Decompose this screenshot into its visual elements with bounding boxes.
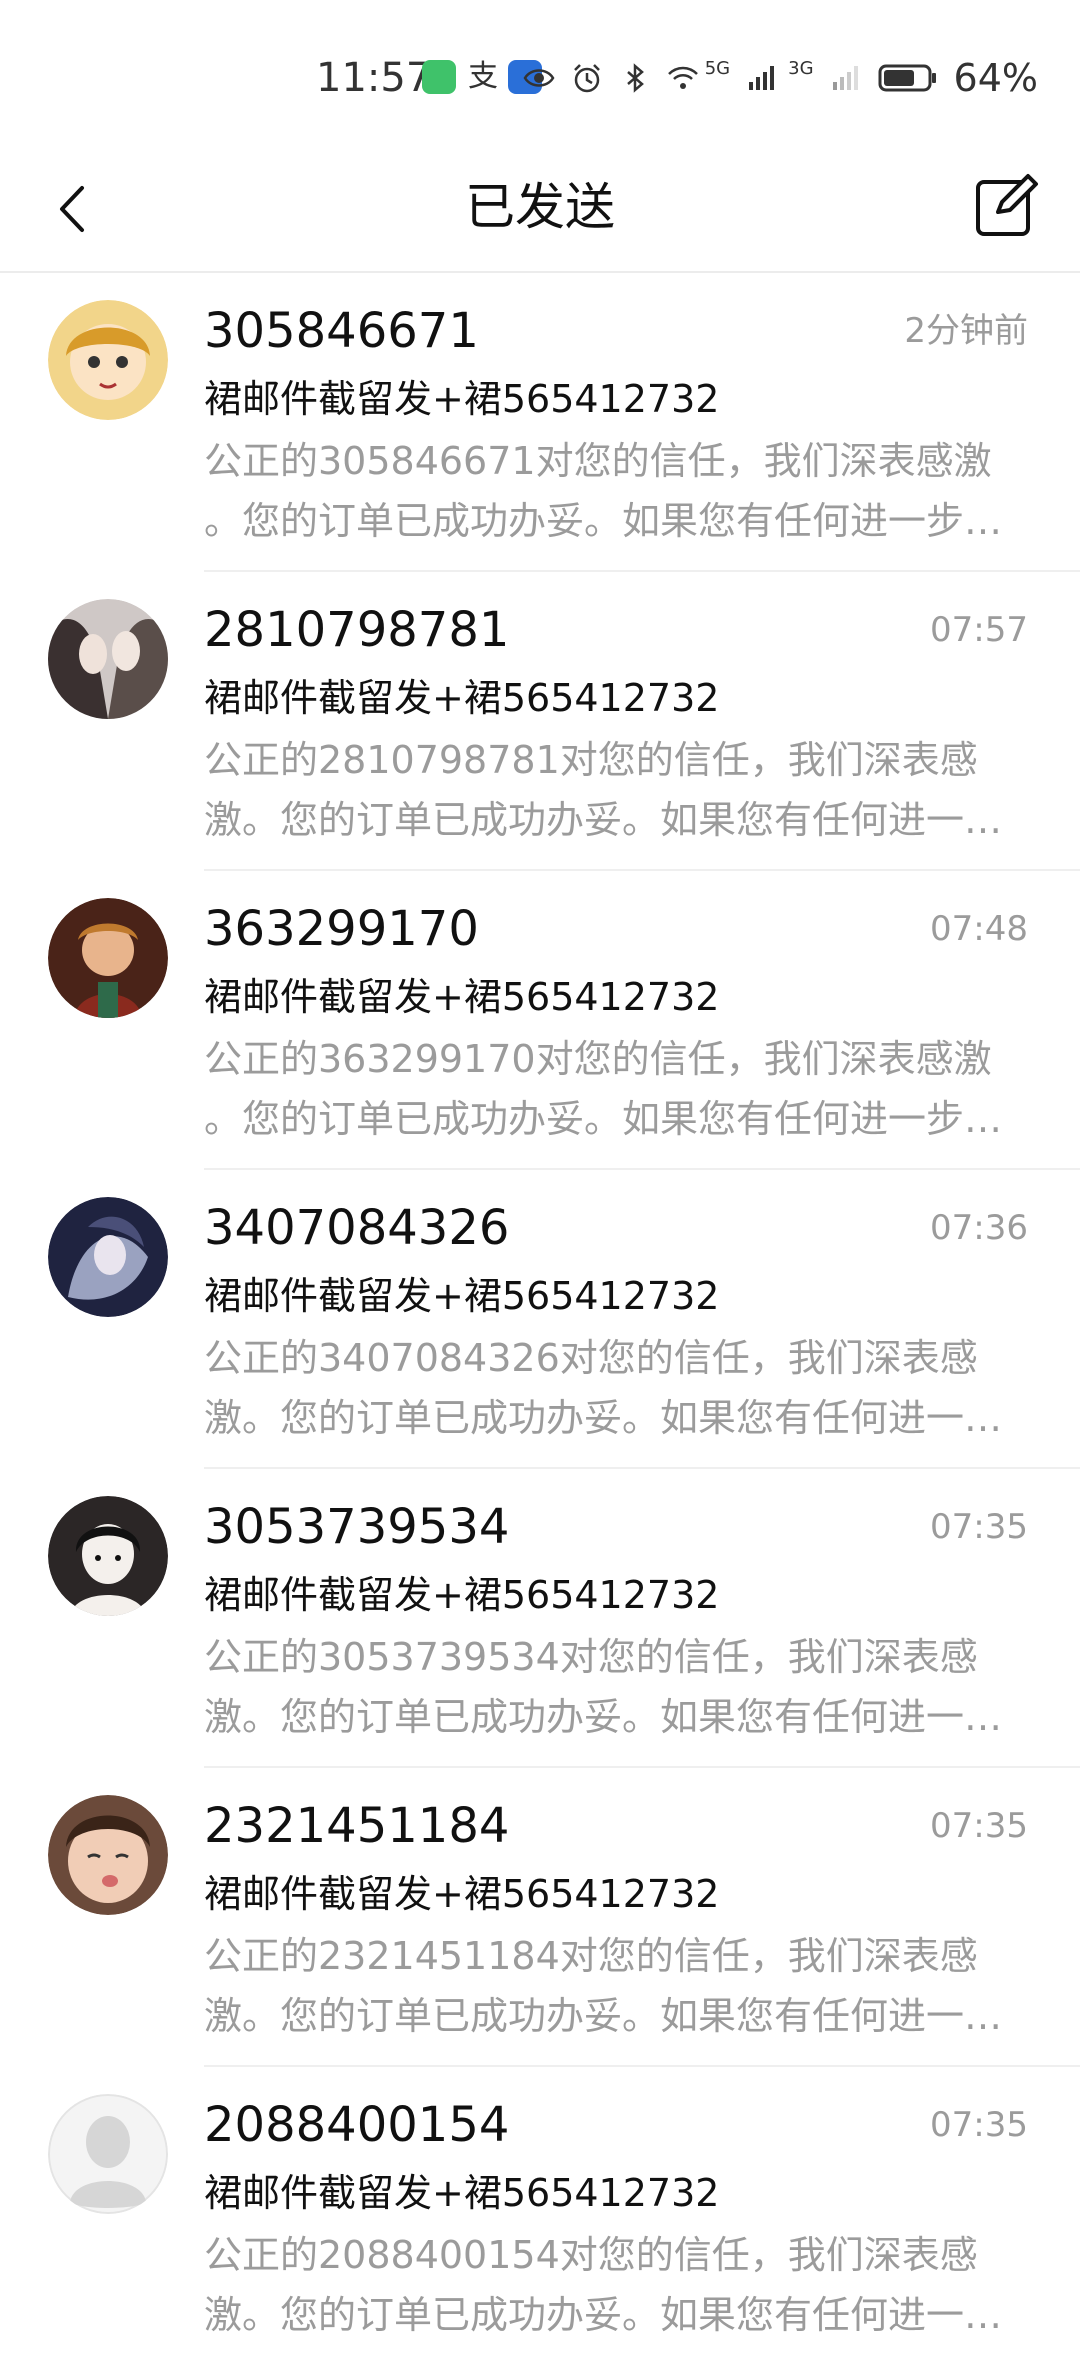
message-preview-line: 激。您的订单已成功办妥。如果您有任何进一… [204, 1396, 1003, 1440]
message-sender: 裙邮件截留发+裙565412732 [204, 2171, 720, 2215]
message-preview-line: 公正的3407084326对您的信任，我们深表感 [204, 1336, 978, 1380]
message-number: 3053739534 [204, 1499, 510, 1555]
message-preview-line: 。您的订单已成功办妥。如果您有任何进一步… [204, 499, 1003, 543]
message-list: 305846671 2分钟前 裙邮件截留发+裙565412732 公正的3058… [0, 273, 1080, 2366]
message-time: 07:57 [930, 610, 1028, 650]
message-number: 2810798781 [204, 602, 510, 658]
message-time: 2分钟前 [904, 311, 1028, 351]
message-item[interactable]: 3053739534 07:35 裙邮件截留发+裙565412732 公正的30… [0, 1469, 1080, 1768]
message-preview: 公正的363299170对您的信任，我们深表感激 。您的订单已成功办妥。如果您有… [204, 1029, 1024, 1149]
network-5g-label: 5G [704, 57, 731, 79]
message-sender: 裙邮件截留发+裙565412732 [204, 975, 720, 1019]
battery-percent: 64% [953, 56, 1038, 100]
message-preview: 公正的2321451184对您的信任，我们深表感 激。您的订单已成功办妥。如果您… [204, 1926, 1024, 2046]
message-preview: 公正的3053739534对您的信任，我们深表感 激。您的订单已成功办妥。如果您… [204, 1627, 1024, 1747]
message-preview: 公正的2810798781对您的信任，我们深表感 激。您的订单已成功办妥。如果您… [204, 730, 1024, 850]
default-avatar-icon [48, 2094, 168, 2214]
wechat-icon [422, 60, 456, 94]
message-number: 363299170 [204, 901, 479, 957]
message-preview-line: 公正的305846671对您的信任，我们深表感激 [204, 439, 992, 483]
avatar [48, 300, 168, 420]
eye-icon [523, 69, 555, 87]
message-preview-line: 激。您的订单已成功办妥。如果您有任何进一… [204, 1994, 1003, 2038]
message-time: 07:35 [930, 2105, 1028, 2145]
message-preview: 公正的2088400154对您的信任，我们深表感 激。您的订单已成功办妥。如果您… [204, 2225, 1024, 2345]
message-preview-line: 公正的2321451184对您的信任，我们深表感 [204, 1934, 978, 1978]
message-preview: 公正的305846671对您的信任，我们深表感激 。您的订单已成功办妥。如果您有… [204, 431, 1024, 551]
status-icons: 5G 3G 64% [523, 50, 1038, 106]
network-3g-label: 3G [788, 57, 814, 79]
message-number: 2321451184 [204, 1798, 510, 1854]
message-preview-line: 激。您的订单已成功办妥。如果您有任何进一… [204, 2293, 1003, 2337]
message-preview-line: 公正的363299170对您的信任，我们深表感激 [204, 1037, 992, 1081]
page-title: 已发送 [465, 178, 615, 236]
message-preview-line: 激。您的订单已成功办妥。如果您有任何进一… [204, 798, 1003, 842]
signal-icon [749, 66, 775, 90]
compose-button[interactable] [968, 168, 1044, 244]
bluetooth-icon [626, 63, 644, 93]
signal-weak-icon [832, 66, 858, 90]
message-preview-line: 公正的3053739534对您的信任，我们深表感 [204, 1635, 978, 1679]
message-item[interactable]: 3407084326 07:36 裙邮件截留发+裙565412732 公正的34… [0, 1170, 1080, 1469]
message-number: 2088400154 [204, 2097, 510, 2153]
wifi-icon [667, 66, 698, 89]
message-time: 07:48 [930, 909, 1028, 949]
alipay-icon: 支 [468, 59, 498, 94]
message-item[interactable]: 2088400154 07:35 裙邮件截留发+裙565412732 公正的20… [0, 2067, 1080, 2366]
message-preview-line: 激。您的订单已成功办妥。如果您有任何进一… [204, 1695, 1003, 1739]
message-preview: 公正的3407084326对您的信任，我们深表感 激。您的订单已成功办妥。如果您… [204, 1328, 1024, 1448]
message-time: 07:35 [930, 1507, 1028, 1547]
message-item[interactable]: 2321451184 07:35 裙邮件截留发+裙565412732 公正的23… [0, 1768, 1080, 2067]
message-sender: 裙邮件截留发+裙565412732 [204, 377, 720, 421]
message-sender: 裙邮件截留发+裙565412732 [204, 1274, 720, 1318]
message-item[interactable]: 363299170 07:48 裙邮件截留发+裙565412732 公正的363… [0, 871, 1080, 1170]
message-sender: 裙邮件截留发+裙565412732 [204, 676, 720, 720]
header: 已发送 [0, 150, 1080, 270]
message-number: 305846671 [204, 303, 479, 359]
message-time: 07:36 [930, 1208, 1028, 1248]
message-preview-line: 公正的2088400154对您的信任，我们深表感 [204, 2233, 978, 2277]
message-preview-line: 公正的2810798781对您的信任，我们深表感 [204, 738, 978, 782]
avatar [48, 599, 168, 719]
message-sender: 裙邮件截留发+裙565412732 [204, 1573, 720, 1617]
message-item[interactable]: 2810798781 07:57 裙邮件截留发+裙565412732 公正的28… [0, 572, 1080, 871]
avatar [48, 1197, 168, 1317]
message-item[interactable]: 305846671 2分钟前 裙邮件截留发+裙565412732 公正的3058… [0, 273, 1080, 572]
avatar [48, 1795, 168, 1915]
message-sender: 裙邮件截留发+裙565412732 [204, 1872, 720, 1916]
alarm-icon [573, 64, 600, 93]
message-time: 07:35 [930, 1806, 1028, 1846]
status-bar: 11:57 支 5G 3G 64% [0, 0, 1080, 140]
avatar [48, 898, 168, 1018]
battery-icon [878, 64, 936, 92]
avatar [48, 1496, 168, 1616]
status-time: 11:57 [316, 55, 432, 101]
message-preview-line: 。您的订单已成功办妥。如果您有任何进一步… [204, 1097, 1003, 1141]
message-number: 3407084326 [204, 1200, 510, 1256]
